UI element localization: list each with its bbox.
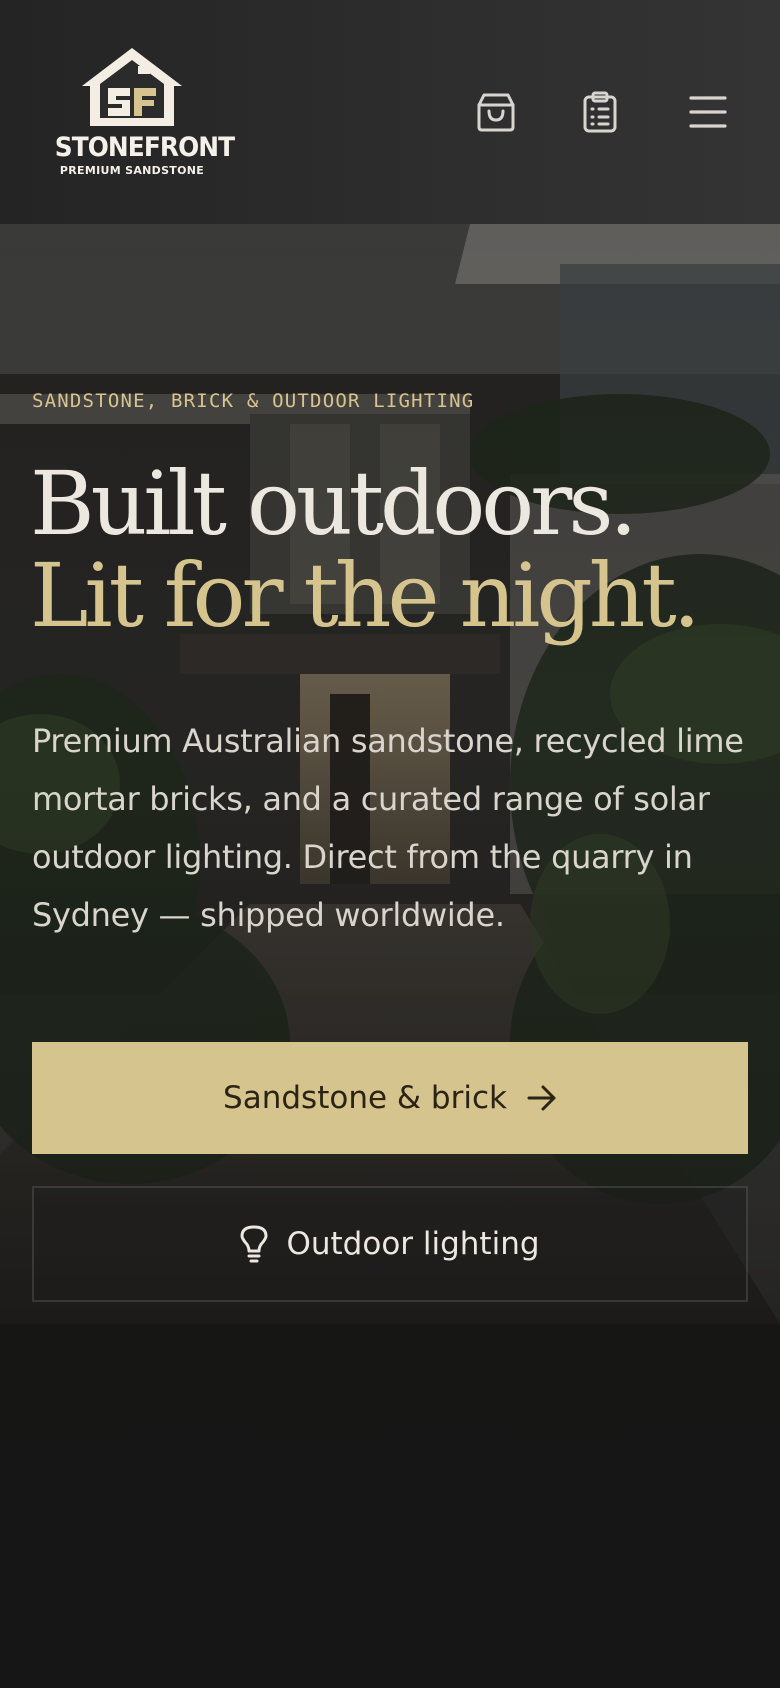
stonefront-logo-icon bbox=[82, 48, 182, 126]
brand-name: STONEFRONT bbox=[54, 132, 235, 163]
hero-eyebrow: SANDSTONE, BRICK & OUTDOOR LIGHTING bbox=[32, 390, 475, 412]
hero-overlay bbox=[0, 224, 780, 1688]
hero-description: Premium Australian sandstone, recycled l… bbox=[32, 722, 744, 934]
menu-button[interactable] bbox=[684, 88, 732, 136]
hamburger-menu-icon bbox=[689, 96, 727, 128]
outdoor-lighting-label: Outdoor lighting bbox=[286, 1226, 540, 1262]
hero-headline: Built outdoors. Lit for the night. bbox=[30, 452, 701, 647]
brand-logo[interactable]: STONEFRONT PREMIUM SANDSTONE bbox=[48, 46, 235, 182]
clipboard-list-icon bbox=[583, 91, 617, 133]
shopping-bag-icon bbox=[477, 93, 515, 132]
sandstone-brick-label: Sandstone & brick bbox=[223, 1080, 507, 1116]
arrow-right-icon bbox=[527, 1085, 556, 1111]
sandstone-brick-button[interactable]: Sandstone & brick bbox=[32, 1042, 748, 1154]
orders-button[interactable] bbox=[576, 88, 624, 136]
headline-line-1: Built outdoors. bbox=[30, 452, 637, 555]
headline-line-2: Lit for the night. bbox=[30, 544, 701, 647]
lightbulb-icon bbox=[240, 1225, 268, 1263]
site-header: STONEFRONT PREMIUM SANDSTONE bbox=[0, 0, 780, 224]
cart-button[interactable] bbox=[472, 88, 520, 136]
brand-tagline: PREMIUM SANDSTONE bbox=[59, 164, 205, 177]
hero-section bbox=[0, 224, 780, 1688]
outdoor-lighting-button[interactable]: Outdoor lighting bbox=[32, 1186, 748, 1302]
